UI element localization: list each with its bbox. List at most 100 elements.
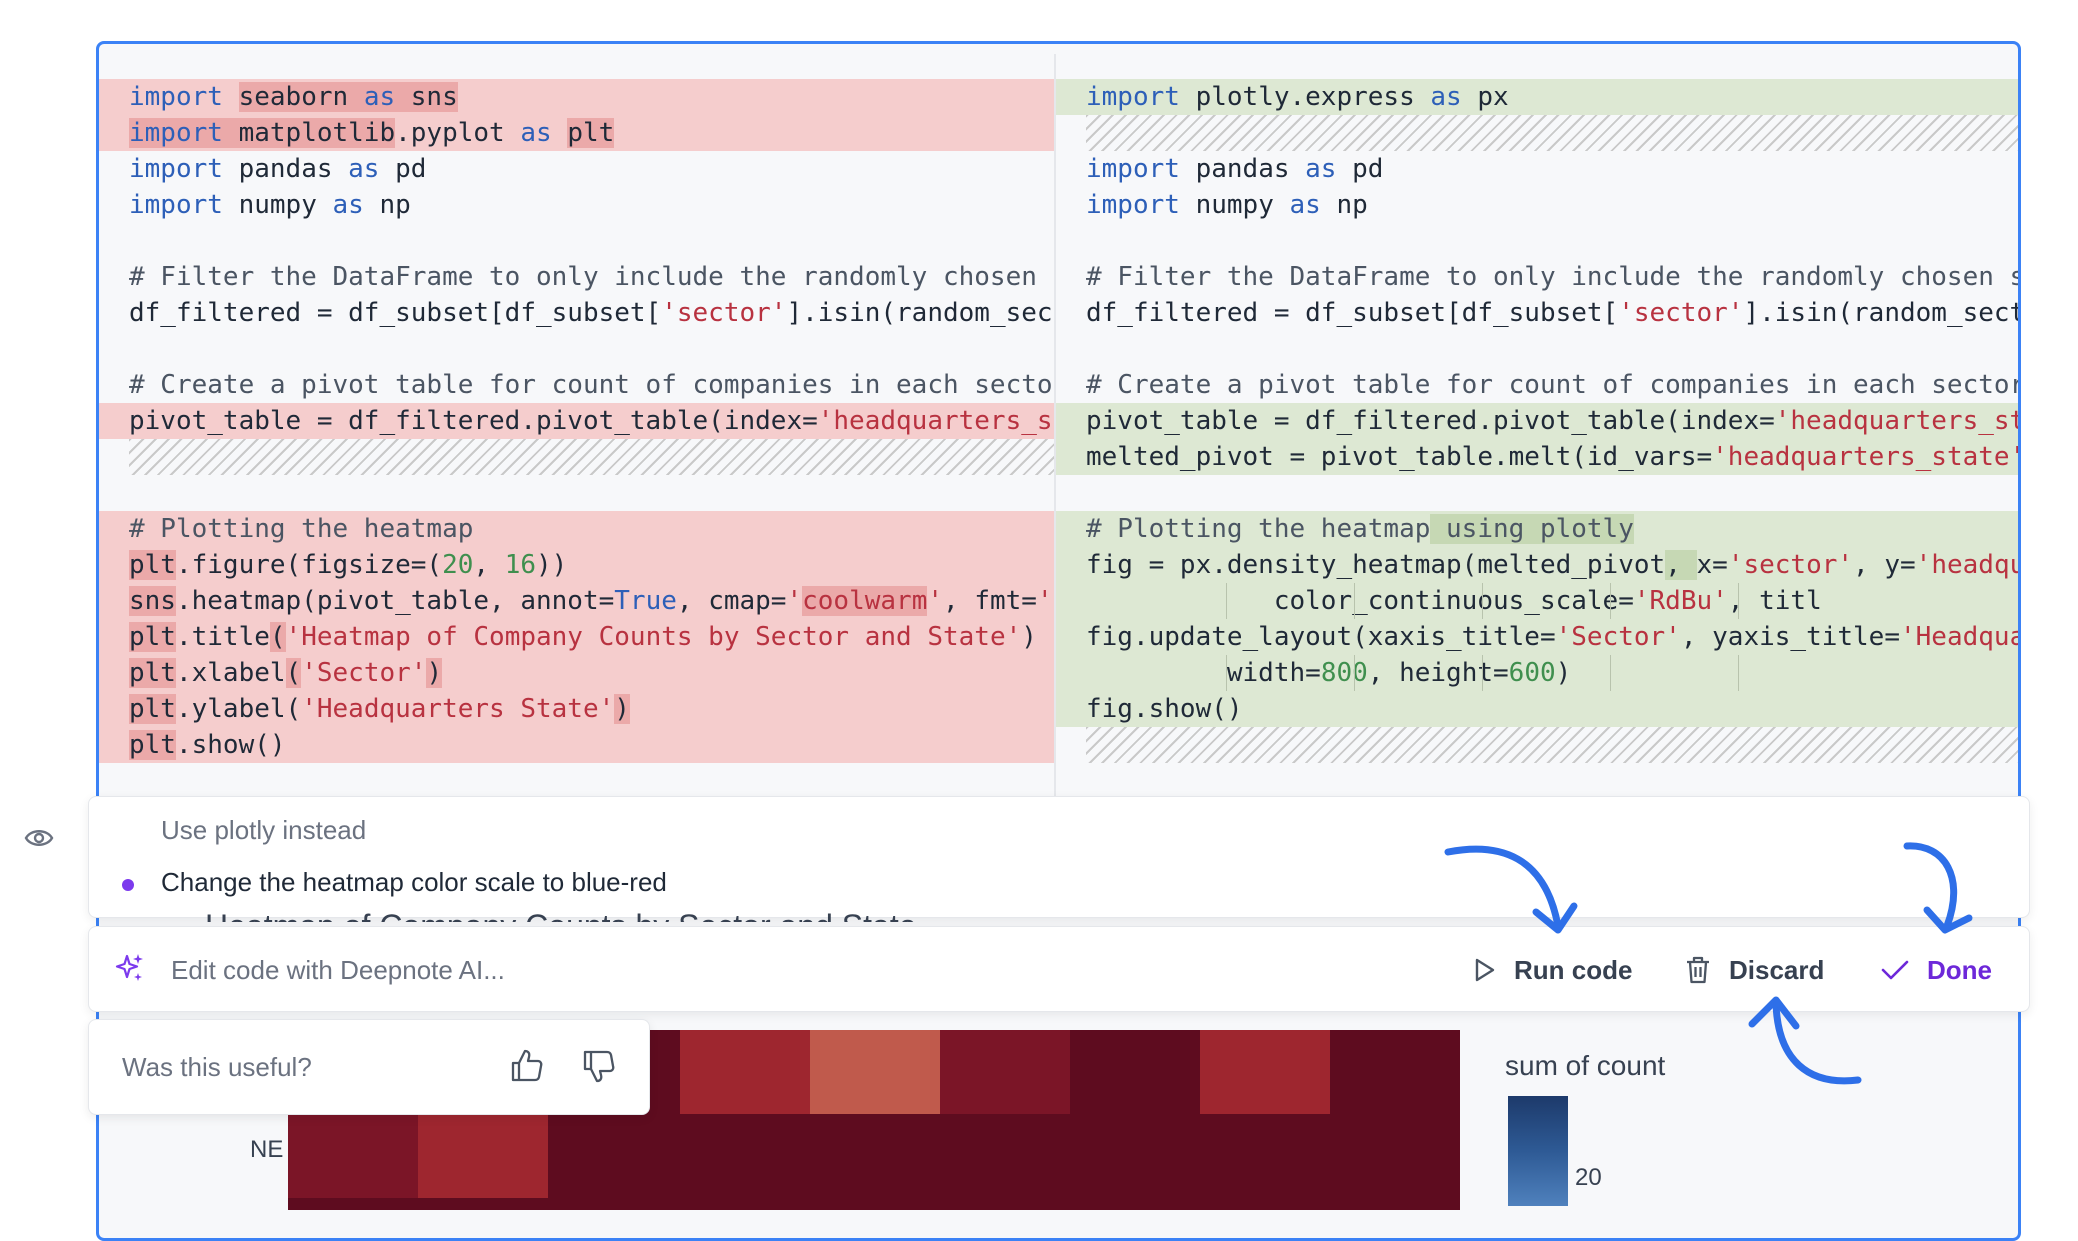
code-token: np bbox=[1320, 190, 1368, 220]
code-token: plt bbox=[129, 730, 176, 760]
code-token: ) bbox=[1555, 658, 1572, 688]
left-code-line-del[interactable]: plt.figure(figsize=(20, 16)) bbox=[99, 547, 1054, 583]
right-code-line-ctx[interactable]: # Filter the DataFrame to only include t… bbox=[1056, 259, 2021, 295]
left-code-line-ctx[interactable]: # Filter the DataFrame to only include t… bbox=[99, 259, 1054, 295]
done-button[interactable]: Done bbox=[1881, 947, 1992, 993]
code-token: 'd bbox=[1036, 586, 1054, 616]
code-token: fig.update_layout(xaxis_title= bbox=[1086, 622, 1556, 652]
code-token: .figure(figsize=( bbox=[175, 550, 443, 580]
code-token: # Plotting the heatmap bbox=[1086, 514, 1431, 544]
left-code-line-del[interactable]: import seaborn as sns bbox=[99, 79, 1054, 115]
code-token: as bbox=[1305, 154, 1337, 184]
right-code-line-add[interactable]: fig = px.density_heatmap(melted_pivot, x… bbox=[1056, 547, 2018, 583]
code-token: seaborn bbox=[238, 82, 364, 112]
right-code-line-pad[interactable] bbox=[1086, 115, 2018, 151]
left-code-line-del[interactable]: # Plotting the heatmap bbox=[99, 511, 1054, 547]
code-token: x= bbox=[1696, 550, 1728, 580]
left-code-line-del[interactable]: plt.ylabel('Headquarters State') bbox=[99, 691, 1054, 727]
code-token: as bbox=[363, 82, 396, 112]
right-code-line-pad[interactable] bbox=[1086, 727, 2018, 763]
diff-left-pane[interactable]: import seaborn as sns import matplotlib.p… bbox=[99, 79, 1054, 819]
annotation-arrow-done bbox=[1903, 842, 1973, 934]
diff-right-pane[interactable]: import plotly.express as px import pandas… bbox=[1056, 79, 2021, 819]
left-code-line-del[interactable]: plt.xlabel('Sector') bbox=[99, 655, 1054, 691]
thumbs-up-button[interactable] bbox=[509, 1048, 545, 1084]
right-code-line-ctx[interactable]: import numpy as np bbox=[1056, 187, 2018, 223]
code-token: ( bbox=[269, 622, 286, 652]
code-token: sns bbox=[395, 82, 458, 112]
current-prompt[interactable]: Change the heatmap color scale to blue-r… bbox=[161, 867, 667, 898]
left-code-line-ctx[interactable] bbox=[99, 223, 1054, 259]
discard-button[interactable]: Discard bbox=[1685, 947, 1824, 993]
code-token: ].isin(random_sect bbox=[786, 298, 1054, 328]
left-code-line-del[interactable]: sns.heatmap(pivot_table, annot=True, cma… bbox=[99, 583, 1054, 619]
code-token: 20 bbox=[442, 550, 474, 580]
code-token: fig = px.density_heatmap(melted_pivot bbox=[1086, 550, 1666, 580]
code-token: numpy bbox=[222, 190, 333, 220]
code-token: df_filtered = df_subset[df_subset[ bbox=[1086, 298, 1619, 328]
code-token: fig.show() bbox=[1086, 694, 1243, 724]
right-code-line-ctx[interactable]: df_filtered = df_subset[df_subset['secto… bbox=[1056, 295, 2018, 331]
code-token: , height= bbox=[1367, 658, 1509, 688]
code-token: import bbox=[129, 154, 223, 184]
left-code-line-del[interactable]: pivot_table = df_filtered.pivot_table(in… bbox=[99, 403, 1054, 439]
previous-prompt[interactable]: Use plotly instead bbox=[161, 815, 366, 846]
indent-guide bbox=[1226, 583, 1227, 619]
colorbar-title: sum of count bbox=[1505, 1050, 1666, 1081]
code-token: import bbox=[1086, 154, 1180, 184]
code-token: plt bbox=[567, 118, 615, 148]
right-code-line-ctx[interactable] bbox=[1056, 223, 2018, 259]
right-code-line-add[interactable]: # Plotting the heatmap using plotly bbox=[1056, 511, 2018, 547]
right-code-line-ctx[interactable]: import pandas as pd bbox=[1056, 151, 2018, 187]
right-code-line-add[interactable]: fig.show() bbox=[1056, 691, 2018, 727]
left-code-line-del[interactable]: import matplotlib.pyplot as plt bbox=[99, 115, 1054, 151]
code-token: width= bbox=[1086, 658, 1321, 688]
left-code-line-ctx[interactable]: # Create a pivot table for count of comp… bbox=[99, 367, 1054, 403]
code-token: numpy bbox=[1179, 190, 1290, 220]
left-code-line-ctx[interactable] bbox=[99, 475, 1054, 511]
code-token: plt bbox=[129, 550, 176, 580]
thumbs-down-button[interactable] bbox=[581, 1048, 617, 1084]
annotation-arrow-run bbox=[1444, 845, 1578, 934]
right-code-line-add[interactable]: fig.update_layout(xaxis_title='Sector', … bbox=[1056, 619, 2018, 655]
indent-guide bbox=[1738, 655, 1739, 691]
right-code-line-add[interactable]: pivot_table = df_filtered.pivot_table(in… bbox=[1056, 403, 2018, 439]
annotation-arrow-discard bbox=[1748, 996, 1862, 1085]
right-code-line-add[interactable]: width=800, height=600) bbox=[1056, 655, 2018, 691]
current-prompt-dot bbox=[122, 879, 134, 891]
code-token: ' bbox=[786, 586, 803, 616]
code-token: pivot_table = df_filtered.pivot_table(in… bbox=[1086, 406, 1775, 436]
code-token: 'Headquarters State' bbox=[301, 694, 615, 724]
code-token: .pyplot bbox=[395, 118, 521, 148]
heatmap-cell bbox=[680, 1030, 810, 1114]
ai-prompt-input[interactable] bbox=[169, 947, 1073, 993]
left-code-line-ctx[interactable]: import numpy as np bbox=[99, 187, 1054, 223]
trash-icon bbox=[1687, 956, 1709, 984]
right-code-line-add[interactable]: melted_pivot = pivot_table.melt(id_vars=… bbox=[1056, 439, 2018, 475]
right-code-line-ctx[interactable] bbox=[1056, 331, 2018, 367]
code-token: # Filter the DataFrame to only include t… bbox=[1086, 262, 2021, 292]
left-code-line-ctx[interactable]: df_filtered = df_subset[df_subset['secto… bbox=[99, 295, 1054, 331]
code-token: ( bbox=[285, 658, 302, 688]
code-token: ) bbox=[614, 694, 630, 724]
left-code-line-ctx[interactable] bbox=[99, 331, 1054, 367]
code-token: plt bbox=[129, 658, 176, 688]
left-code-line-ctx[interactable]: import pandas as pd bbox=[99, 151, 1054, 187]
code-token: # Plotting the heatmap bbox=[129, 514, 474, 544]
check-icon bbox=[1881, 960, 1909, 980]
feedback-popover: Was this useful? bbox=[88, 1019, 650, 1115]
code-token: 'RdBu' bbox=[1633, 586, 1728, 616]
right-code-line-add[interactable]: color_continuous_scale='RdBu', titl bbox=[1056, 583, 2018, 619]
left-code-line-pad[interactable] bbox=[129, 439, 1054, 475]
code-token: 'sector' bbox=[1618, 298, 1744, 328]
right-code-line-ctx[interactable]: # Create a pivot table for count of comp… bbox=[1056, 367, 2018, 403]
thumbs-up-icon bbox=[511, 1049, 543, 1082]
run-code-button[interactable]: Run code bbox=[1474, 947, 1632, 993]
code-token: pd bbox=[379, 154, 427, 184]
left-code-line-del[interactable]: plt.title('Heatmap of Company Counts by … bbox=[99, 619, 1054, 655]
left-code-line-del[interactable]: plt.show() bbox=[99, 727, 1054, 763]
right-code-line-ctx[interactable] bbox=[1056, 475, 2018, 511]
right-code-line-add[interactable]: import plotly.express as px bbox=[1056, 79, 2018, 115]
code-token: 'Sector' bbox=[301, 658, 427, 688]
eye-icon[interactable] bbox=[24, 826, 54, 850]
